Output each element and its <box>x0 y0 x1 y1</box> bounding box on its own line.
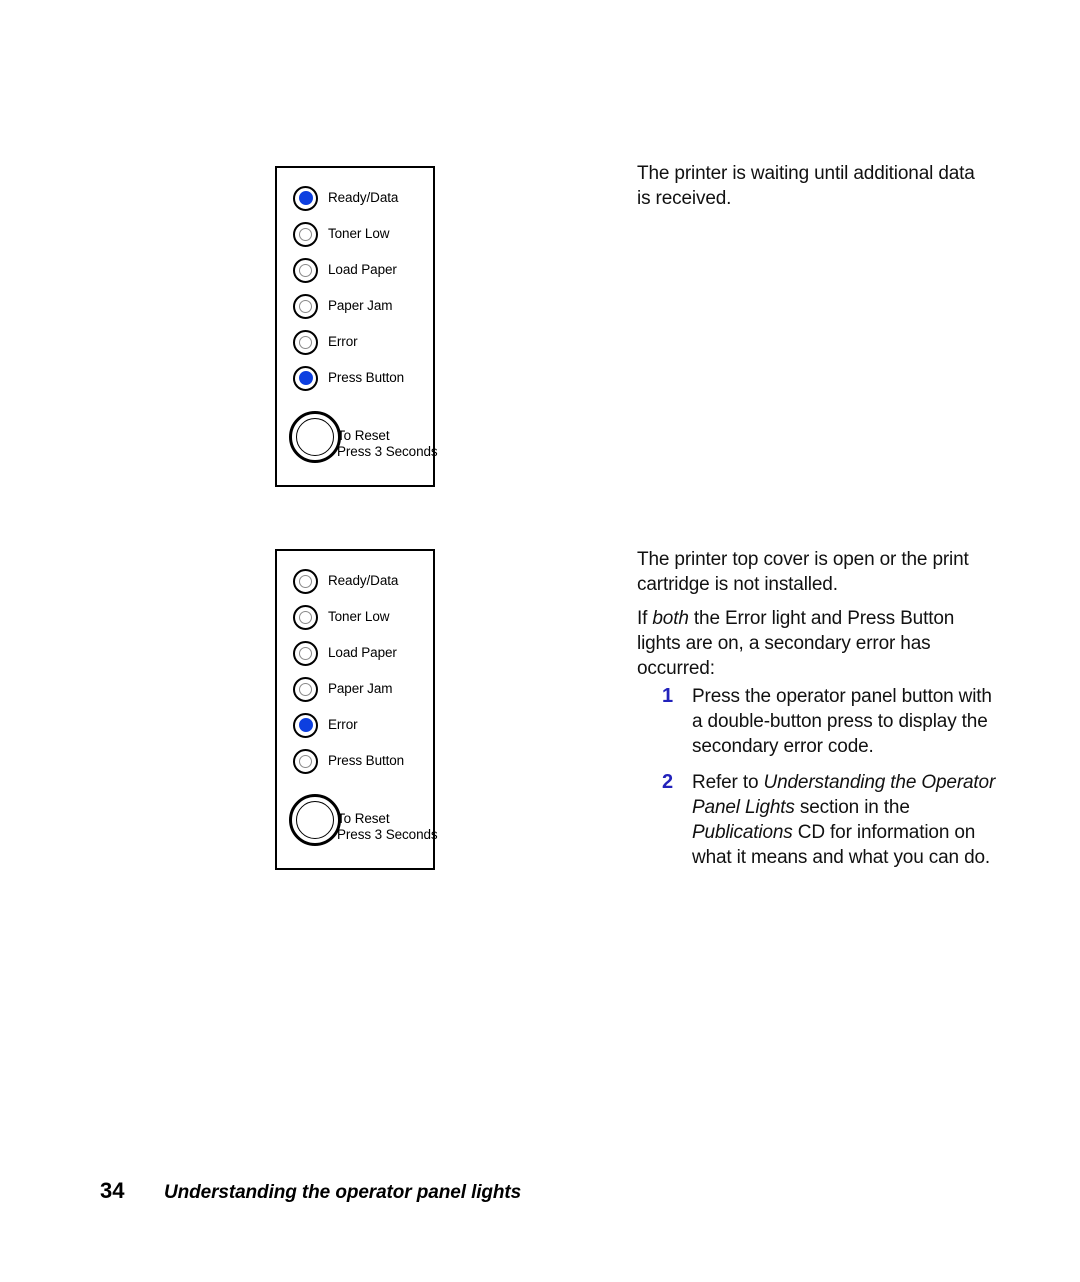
led-indicator-press-button-icon <box>293 748 318 774</box>
step-number-1: 1 <box>662 685 674 707</box>
led-row-ready-data: Ready/Data <box>293 563 404 599</box>
led-row-press-button: Press Button <box>293 360 404 396</box>
reset-button-caption: To Reset Press 3 Seconds <box>337 428 438 460</box>
reset-caption-line-2: Press 3 Seconds <box>337 827 438 842</box>
led-label-press-button: Press Button <box>328 753 405 769</box>
led-row-toner-low: Toner Low <box>293 216 404 252</box>
description-second-state: The printer top cover is open or the pri… <box>637 549 969 595</box>
led-indicator-load-paper-icon <box>293 640 318 666</box>
secondary-error-steps-list: 1 Press the operator panel button with a… <box>662 684 1002 881</box>
step-text-1: Press the operator panel button with a d… <box>692 686 992 757</box>
reset-caption-line-2: Press 3 Seconds <box>337 444 438 459</box>
led-label-paper-jam: Paper Jam <box>328 681 393 697</box>
led-row-paper-jam: Paper Jam <box>293 671 404 707</box>
page-footer: 34 Understanding the operator panel ligh… <box>100 1178 521 1204</box>
step2-part-1: Refer to <box>692 772 764 793</box>
operator-panel-diagram-1: Ready/Data Toner Low Load Paper Paper Ja… <box>275 166 438 487</box>
footer-section-title: Understanding the operator panel lights <box>164 1182 522 1203</box>
reset-button-icon <box>289 411 341 463</box>
led-label-load-paper: Load Paper <box>328 645 397 661</box>
reset-button-icon <box>289 794 341 846</box>
led-row-load-paper: Load Paper <box>293 252 404 288</box>
led-label-ready-data: Ready/Data <box>328 573 399 589</box>
reset-caption-line-1: To Reset <box>337 428 390 443</box>
led-indicator-paper-jam-icon <box>293 293 318 319</box>
led-row-ready-data: Ready/Data <box>293 180 404 216</box>
led-label-paper-jam: Paper Jam <box>328 298 393 314</box>
step2-part-3: section in the <box>794 797 910 818</box>
led-indicator-toner-low-icon <box>293 221 318 247</box>
led-label-toner-low: Toner Low <box>328 609 390 625</box>
operator-panel-diagram-2: Ready/Data Toner Low Load Paper Paper Ja… <box>275 549 438 870</box>
intro-emphasis-both: both <box>652 608 689 629</box>
led-label-press-button: Press Button <box>328 370 405 386</box>
step-number-2: 2 <box>662 771 674 793</box>
led-row-error: Error <box>293 707 404 743</box>
led-label-ready-data: Ready/Data <box>328 190 399 206</box>
led-row-load-paper: Load Paper <box>293 635 404 671</box>
led-label-error: Error <box>328 334 358 350</box>
reset-button-area: To Reset Press 3 Seconds <box>289 411 438 473</box>
led-row-paper-jam: Paper Jam <box>293 288 404 324</box>
led-indicator-press-button-icon <box>293 365 318 391</box>
led-indicator-error-icon <box>293 712 318 738</box>
page-number: 34 <box>100 1178 125 1203</box>
led-label-load-paper: Load Paper <box>328 262 397 278</box>
led-indicator-ready-data-icon <box>293 185 318 211</box>
led-label-error: Error <box>328 717 358 733</box>
led-indicator-paper-jam-icon <box>293 676 318 702</box>
led-label-toner-low: Toner Low <box>328 226 390 242</box>
reset-button-caption: To Reset Press 3 Seconds <box>337 811 438 843</box>
led-list: Ready/Data Toner Low Load Paper Paper Ja… <box>293 563 404 779</box>
reset-caption-line-1: To Reset <box>337 811 390 826</box>
led-row-error: Error <box>293 324 404 360</box>
description-first-state: The printer is waiting until additional … <box>637 163 975 209</box>
led-indicator-error-icon <box>293 329 318 355</box>
step-text-2: Refer to Understanding the Operator Pane… <box>692 770 1002 870</box>
step2-part-4-italic: Publications <box>692 822 793 843</box>
description-secondary-error-intro: If both the Error light and Press Button… <box>637 606 977 681</box>
led-indicator-toner-low-icon <box>293 604 318 630</box>
step-item-2: 2 Refer to Understanding the Operator Pa… <box>662 770 1002 870</box>
reset-button-area: To Reset Press 3 Seconds <box>289 794 438 856</box>
intro-prefix: If <box>637 608 653 629</box>
led-row-toner-low: Toner Low <box>293 599 404 635</box>
led-indicator-load-paper-icon <box>293 257 318 283</box>
led-indicator-ready-data-icon <box>293 568 318 594</box>
led-row-press-button: Press Button <box>293 743 404 779</box>
step-item-1: 1 Press the operator panel button with a… <box>662 684 1002 759</box>
led-list: Ready/Data Toner Low Load Paper Paper Ja… <box>293 180 404 396</box>
